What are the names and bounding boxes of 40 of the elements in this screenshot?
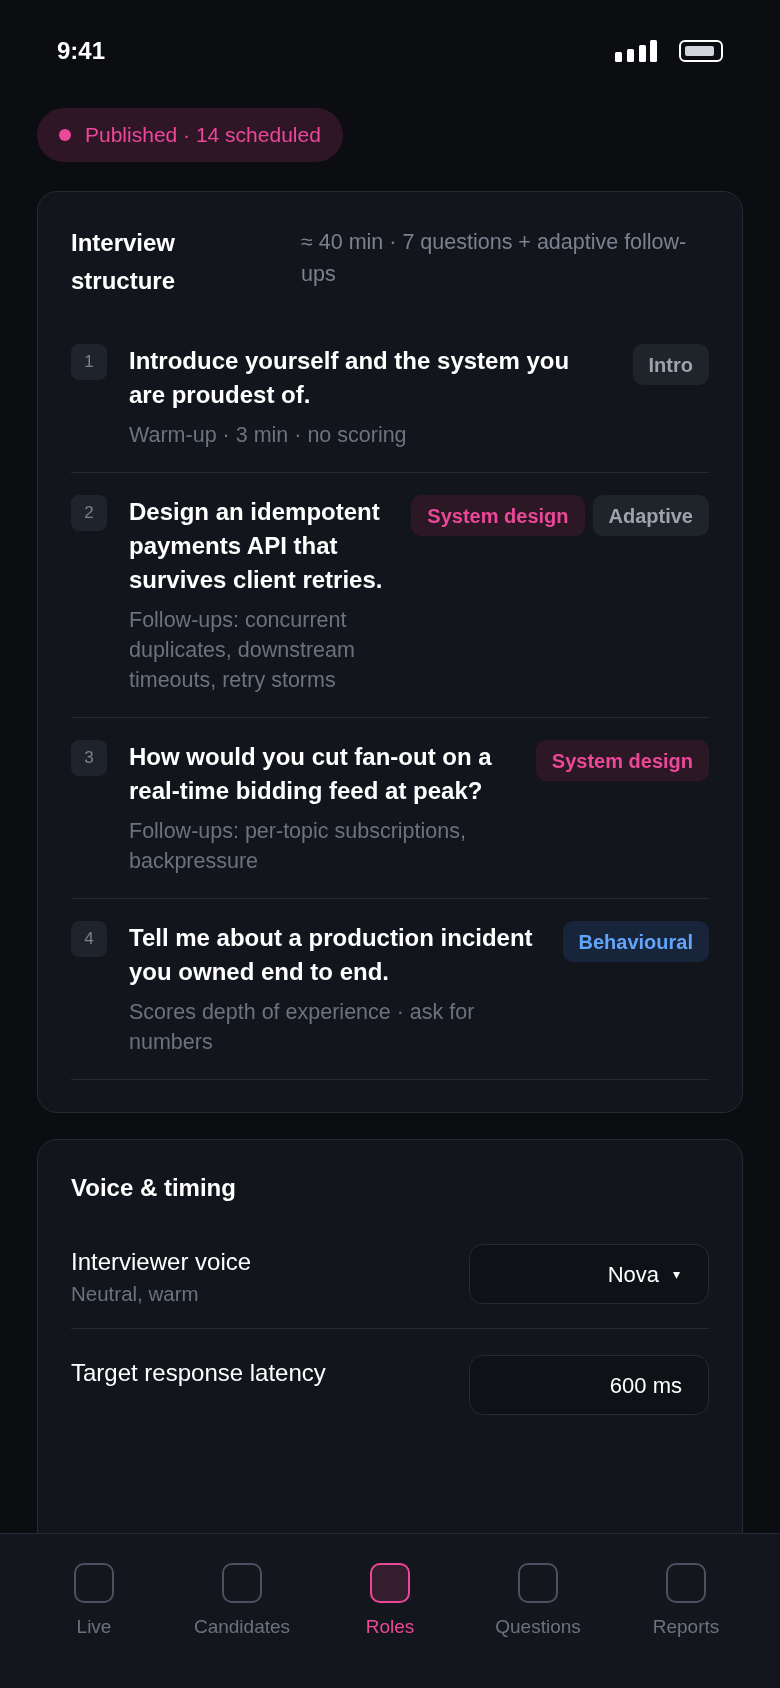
tag: System design <box>535 740 709 781</box>
question-number: 4 <box>71 921 107 957</box>
tab-icon <box>74 1563 114 1603</box>
setting-hint: Neutral, warm <box>71 1281 200 1307</box>
question-number: 1 <box>71 344 107 380</box>
caret-icon: ▾ <box>673 1263 680 1285</box>
tab-item[interactable]: Questions <box>478 1563 598 1688</box>
status-text: Published · 14 scheduled <box>85 122 321 149</box>
tab-item[interactable]: Roles <box>330 1563 450 1688</box>
tab-icon <box>666 1563 706 1603</box>
tab-icon <box>370 1563 410 1603</box>
tab-item[interactable]: Reports <box>626 1563 746 1688</box>
signal-icon <box>615 40 657 62</box>
latency-input-field[interactable]: 600 ms <box>469 1355 709 1415</box>
tag: System design <box>411 495 585 536</box>
card-summary: ≈ 40 min · 7 questions + adaptive follow-ups <box>301 229 688 288</box>
card-title: Interview structure <box>71 228 177 296</box>
question-meta: Follow-ups: concurrent duplicates, downstream timeouts, retry storms <box>129 607 356 694</box>
question-number: 2 <box>71 495 107 531</box>
question-meta: Scores depth of experience · ask for numbers <box>129 999 476 1056</box>
voice-select[interactable]: Nova ▾ <box>469 1244 709 1304</box>
battery-icon <box>679 40 723 62</box>
question-number: 3 <box>71 740 107 776</box>
tag: Adaptive <box>592 495 709 536</box>
tab-icon <box>518 1563 558 1603</box>
setting-label: Target response latency <box>71 1358 326 1388</box>
question-text: How would you cut fan-out on a real-time bidding feed at peak? <box>129 742 493 806</box>
question-meta: Follow-ups: per-topic subscriptions, backpressure <box>129 818 467 875</box>
question-meta: Warm-up · 3 min · no scoring <box>129 422 408 449</box>
status-time: 9:41 <box>57 36 106 66</box>
question-text: Design an idempotent payments API that survives client retries. <box>129 497 384 595</box>
setting-label: Interviewer voice <box>71 1247 252 1277</box>
tag: Intro <box>632 344 709 385</box>
tag: Behavioural <box>562 921 709 962</box>
tab-item[interactable]: Candidates <box>182 1563 302 1688</box>
tab-icon <box>222 1563 262 1603</box>
card-title: Voice & timing <box>71 1173 237 1203</box>
tab-item[interactable]: Live <box>34 1563 154 1688</box>
question-text: Tell me about a production incident you owned end to end. <box>129 923 534 987</box>
question-text: Introduce yourself and the system you are proudest of. <box>129 346 571 410</box>
